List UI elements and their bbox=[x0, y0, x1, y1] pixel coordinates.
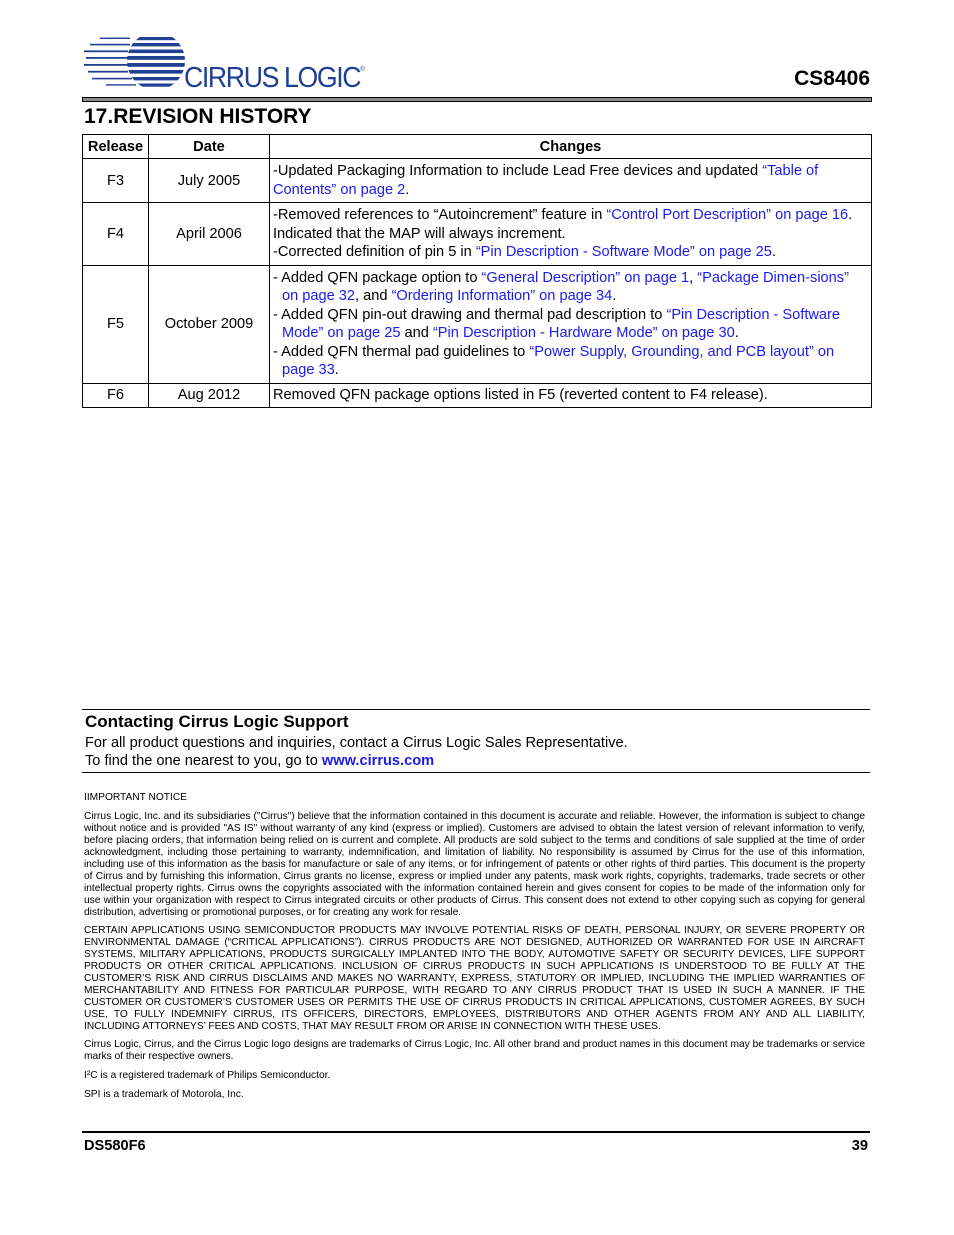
cirrus-logo-mark-icon bbox=[84, 37, 185, 87]
table-row: F5 October 2009- Added QFN package option… bbox=[82, 264, 872, 384]
change-text: -Updated Packaging Information to includ… bbox=[273, 163, 763, 179]
footer-divider bbox=[82, 1131, 870, 1133]
changes-cell: Removed QFN package options listed in F5… bbox=[269, 382, 872, 408]
change-text: - Added QFN pin-out drawing and thermal … bbox=[273, 306, 667, 323]
contact-line-1: For all product questions and inquiries,… bbox=[85, 735, 628, 751]
notice-paragraph-trademarks: Cirrus Logic, Cirrus, and the Cirrus Log… bbox=[84, 1039, 865, 1062]
change-text: . bbox=[612, 288, 617, 304]
change-item: -Updated Packaging Information to includ… bbox=[273, 162, 868, 199]
contact-top-divider bbox=[82, 709, 870, 710]
change-text: - Added QFN thermal pad guidelines to bbox=[273, 343, 530, 360]
column-header-date: Date bbox=[148, 134, 270, 159]
change-text: . bbox=[734, 325, 739, 341]
table-row: F6 Aug 2012 Removed QFN package options li… bbox=[82, 382, 872, 408]
change-text: . bbox=[771, 244, 776, 260]
contact-line-2-text: To find the one nearest to you, go to bbox=[85, 753, 322, 769]
change-item: - Added QFN thermal pad guidelines to “P… bbox=[273, 343, 868, 380]
registered-mark: ® bbox=[360, 66, 365, 73]
release-cell: F6 bbox=[82, 382, 149, 408]
change-text: . bbox=[334, 362, 339, 378]
change-text: Removed QFN package options listed in F5… bbox=[273, 386, 768, 403]
release-cell: F5 bbox=[82, 264, 149, 384]
cirrus-website-link[interactable]: www.cirrus.com bbox=[322, 753, 434, 769]
change-item: - Added QFN package option to “General D… bbox=[273, 269, 868, 306]
cross-reference-link[interactable]: “Pin Description - Software Mode” on pag… bbox=[476, 244, 772, 260]
logo-wordmark-text: CIRRUS LOGIC bbox=[184, 62, 362, 94]
change-item: -Corrected definition of pin 5 in “Pin D… bbox=[273, 243, 868, 262]
change-text: and bbox=[400, 325, 433, 341]
date-cell: October 2009 bbox=[148, 264, 270, 384]
changes-cell: -Removed references to “Autoincrement” f… bbox=[269, 202, 872, 266]
change-item: - Added QFN pin-out drawing and thermal … bbox=[273, 306, 868, 343]
notice-paragraph-i2c: I²C is a registered trademark of Philips… bbox=[84, 1070, 331, 1081]
notice-paragraph-critical-applications: CERTAIN APPLICATIONS USING SEMICONDUCTOR… bbox=[84, 925, 865, 1032]
change-item: -Removed references to “Autoincrement” f… bbox=[273, 206, 868, 243]
cross-reference-link[interactable]: “Ordering Information” on page 34 bbox=[392, 288, 613, 304]
column-header-release: Release bbox=[82, 134, 149, 159]
contact-line-2: To find the one nearest to you, go to ww… bbox=[85, 753, 434, 769]
section-title: 17.REVISION HISTORY bbox=[84, 105, 312, 128]
header-divider bbox=[82, 97, 872, 102]
table-row: F4 April 2006 -Removed references to “Auto… bbox=[82, 202, 872, 266]
cross-reference-link[interactable]: “General Description” on page 1 bbox=[482, 270, 690, 286]
cross-reference-link[interactable]: “Pin Description - Hardware Mode” on pag… bbox=[433, 325, 735, 341]
date-cell: Aug 2012 bbox=[148, 382, 270, 408]
important-notice: IIMPORTANT NOTICE Cirrus Logic, Inc. and… bbox=[84, 792, 865, 1101]
change-text: - Added QFN package option to bbox=[273, 269, 482, 286]
contact-bottom-divider bbox=[82, 772, 870, 773]
revision-history-table: Release Date Changes F3 July 2005 -Updated… bbox=[82, 134, 872, 408]
release-cell: F4 bbox=[82, 202, 149, 266]
notice-paragraph-spi: SPI is a trademark of Motorola, Inc. bbox=[84, 1089, 244, 1100]
date-cell: July 2005 bbox=[148, 158, 270, 203]
column-header-changes: Changes bbox=[269, 134, 872, 159]
cirrus-logic-logo: CIRRUS LOGIC® bbox=[84, 34, 365, 96]
change-text: , and bbox=[355, 288, 392, 304]
table-row: F3 July 2005 -Updated Packaging Informatio… bbox=[82, 158, 872, 203]
contact-title: Contacting Cirrus Logic Support bbox=[85, 712, 349, 731]
changes-cell: - Added QFN package option to “General D… bbox=[269, 264, 872, 384]
change-text: -Corrected definition of pin 5 in bbox=[273, 244, 476, 260]
logo-wordmark: CIRRUS LOGIC® bbox=[184, 62, 365, 95]
notice-paragraph-disclaimer: Cirrus Logic, Inc. and its subsidiaries … bbox=[84, 811, 865, 918]
date-cell: April 2006 bbox=[148, 202, 270, 266]
changes-cell: -Updated Packaging Information to includ… bbox=[269, 158, 872, 203]
cross-reference-link[interactable]: “Control Port Description” on page 16 bbox=[606, 207, 848, 223]
change-text: . bbox=[405, 181, 410, 198]
change-item: Removed QFN package options listed in F5… bbox=[273, 386, 868, 405]
page-number: 39 bbox=[851, 1138, 868, 1154]
table-header-row: Release Date Changes bbox=[82, 134, 872, 159]
part-number: CS8406 bbox=[794, 67, 870, 90]
change-text: -Removed references to “Autoincrement” f… bbox=[273, 207, 607, 223]
document-id: DS580F6 bbox=[84, 1138, 146, 1154]
notice-heading: IIMPORTANT NOTICE bbox=[84, 792, 188, 803]
release-cell: F3 bbox=[82, 158, 149, 203]
